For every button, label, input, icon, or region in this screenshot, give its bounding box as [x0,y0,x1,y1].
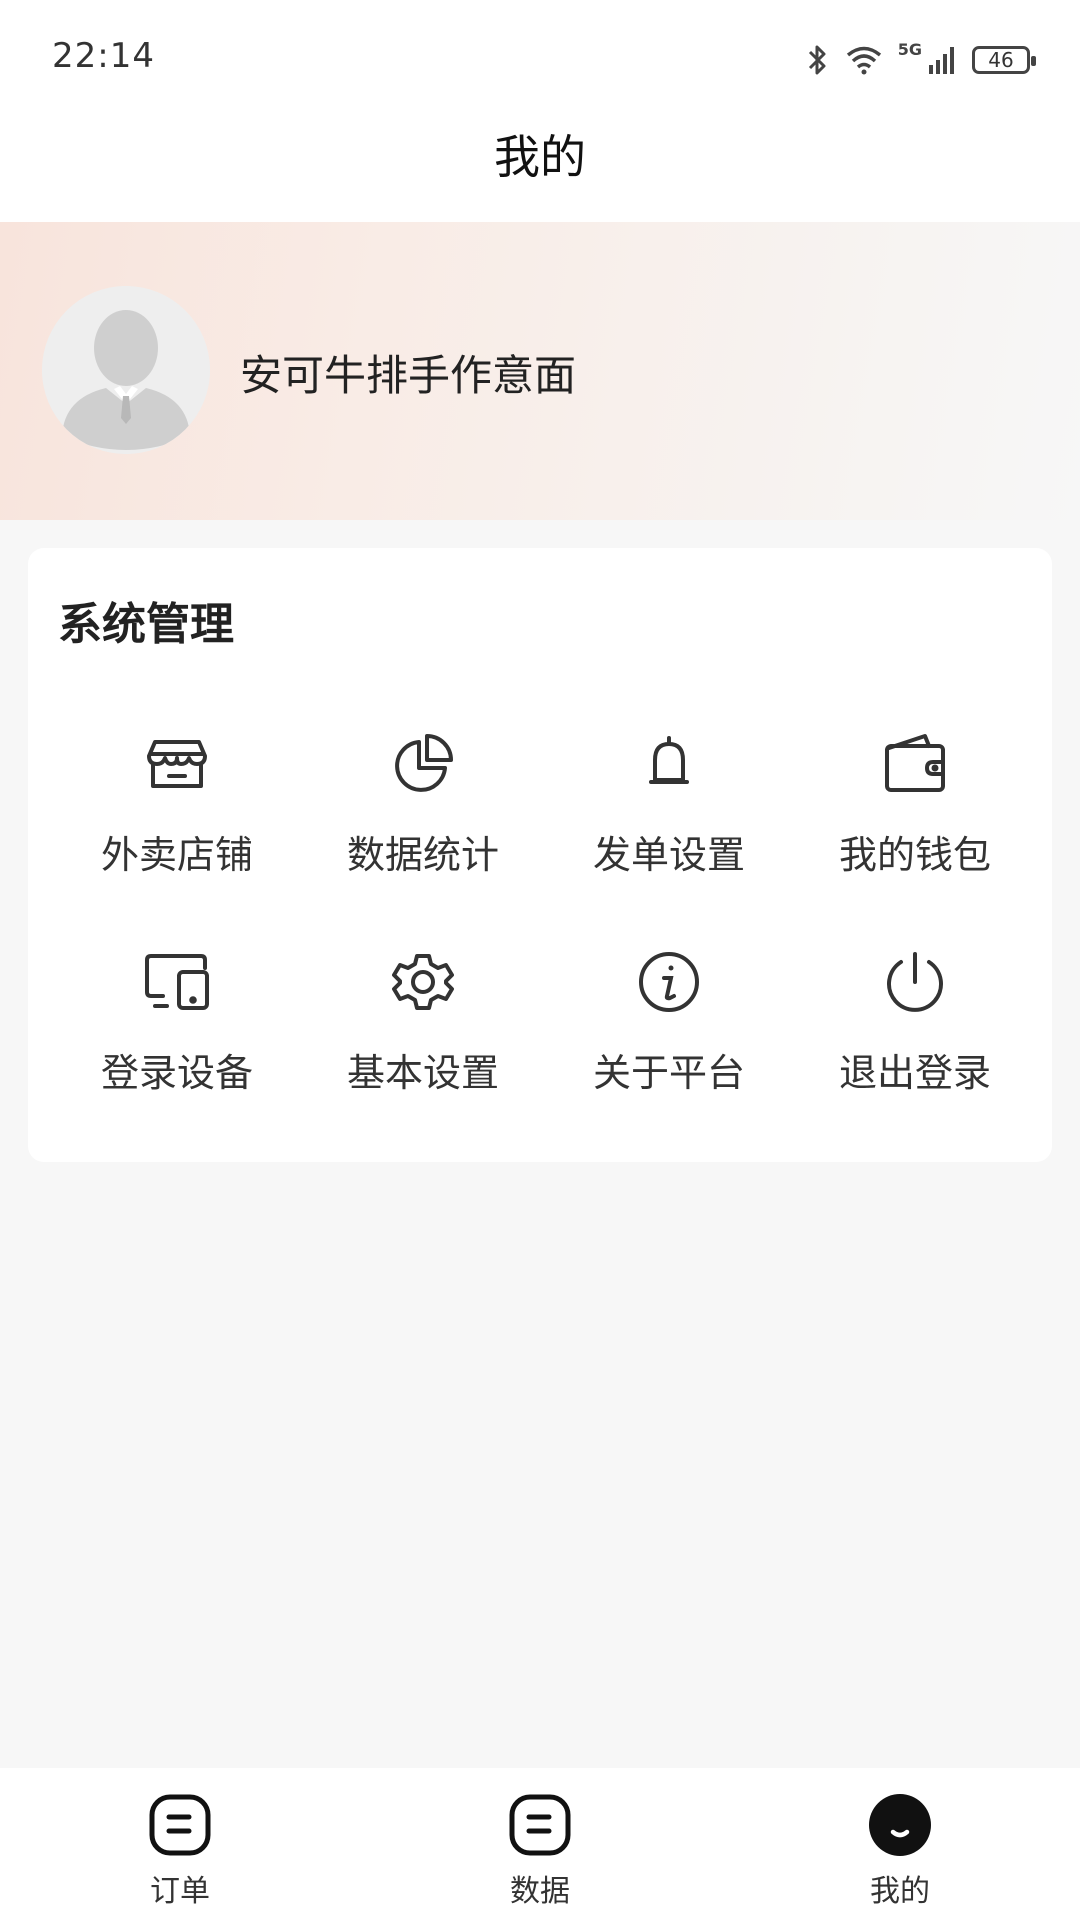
menu-label: 退出登录 [838,1051,991,1095]
wifi-icon [846,46,881,75]
devices-icon [145,954,209,1010]
status-bar: 22:14 5G 46 [0,0,1080,100]
menu-item-about[interactable]: 关于平台 [546,946,792,1118]
tab-label: 订单 [150,1874,210,1909]
tab-data[interactable]: 数据 [440,1792,640,1912]
shop-name: 安可牛排手作意面 [240,351,577,400]
menu-item-store[interactable]: 外卖店铺 [54,728,300,900]
tab-label: 我的 [870,1874,930,1909]
power-icon [887,952,943,1012]
store-icon [147,740,207,788]
menu-item-statistics[interactable]: 数据统计 [300,728,546,900]
menu-label: 数据统计 [346,833,499,877]
nav-bar: 我的 [0,100,1080,222]
profile-header: 安可牛排手作意面 [0,222,1080,520]
pie-chart-icon [395,734,453,792]
signal-icon [929,47,954,74]
tab-orders[interactable]: 订单 [80,1792,280,1912]
info-icon [639,952,699,1012]
menu-grid: 外卖店铺 数据统计 发单设置 我的钱包 登录设备 基本设置 关于平台 退出登录 [28,728,1078,1118]
bluetooth-icon [808,45,826,75]
tab-profile[interactable]: 我的 [800,1792,1000,1912]
menu-label: 关于平台 [592,1051,745,1095]
status-time: 22:14 [52,36,155,76]
battery-level: 46 [988,48,1014,72]
page-title: 我的 [494,130,586,184]
menu-label: 我的钱包 [838,833,991,877]
order-tab-icon [149,1794,211,1856]
battery-icon: 46 [972,46,1036,74]
status-icons: 5G 46 [806,40,1036,80]
menu-item-dispatch-settings[interactable]: 发单设置 [546,728,792,900]
system-management-card: 系统管理 外卖店铺 数据统计 发单设置 我的钱包 登录设备 基本设置 关于平台 … [28,548,1052,1162]
default-avatar-icon [42,286,210,454]
menu-label: 登录设备 [100,1051,253,1095]
menu-item-logout[interactable]: 退出登录 [792,946,1038,1118]
bell-icon [649,736,689,784]
wallet-icon [885,734,945,792]
avatar[interactable] [42,286,210,454]
bottom-tab-bar: 订单 数据 我的 [0,1768,1080,1920]
profile-tab-icon [869,1794,931,1856]
menu-item-wallet[interactable]: 我的钱包 [792,728,1038,900]
card-title: 系统管理 [58,599,234,650]
menu-label: 基本设置 [346,1051,499,1095]
menu-item-login-devices[interactable]: 登录设备 [54,946,300,1118]
data-tab-icon [509,1794,571,1856]
menu-label: 外卖店铺 [100,833,253,877]
tab-label: 数据 [510,1874,570,1909]
gear-icon [392,954,454,1010]
menu-label: 发单设置 [592,833,745,877]
menu-item-basic-settings[interactable]: 基本设置 [300,946,546,1118]
network-type: 5G [897,40,922,59]
